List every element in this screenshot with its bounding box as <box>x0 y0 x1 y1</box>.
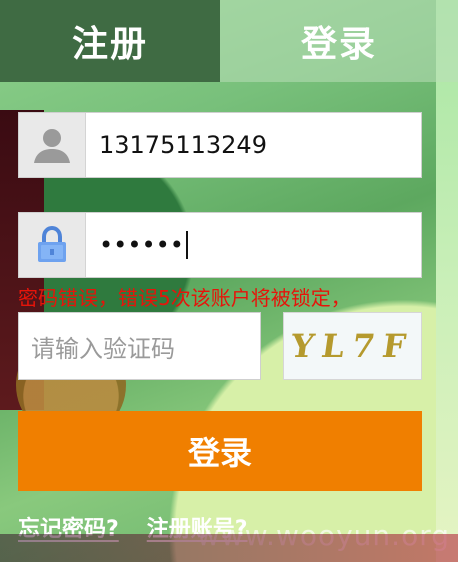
error-message: 密码错误，错误5次该账户将被锁定， <box>18 286 351 310</box>
captcha-image[interactable]: YL7F <box>283 312 422 380</box>
password-dots: •••••• <box>99 231 184 259</box>
lock-icon <box>19 213 86 277</box>
captcha-placeholder: 请输入验证码 <box>31 334 175 363</box>
password-field[interactable]: •••••• <box>18 212 422 278</box>
password-value: •••••• <box>99 213 188 277</box>
phone-field[interactable]: 13175113249 <box>18 112 422 178</box>
tab-register[interactable]: 注册 <box>0 0 220 82</box>
captcha-input[interactable]: 请输入验证码 <box>18 312 261 380</box>
login-button[interactable]: 登录 <box>18 411 422 491</box>
bottom-strip <box>0 534 458 562</box>
user-icon <box>19 113 86 177</box>
background-decoration <box>436 0 458 562</box>
tab-bar: 注册 登录 <box>0 0 458 82</box>
captcha-code: YL7F <box>288 327 417 365</box>
phone-value: 13175113249 <box>99 131 267 159</box>
text-caret <box>185 231 188 259</box>
tab-login[interactable]: 登录 <box>220 0 458 82</box>
